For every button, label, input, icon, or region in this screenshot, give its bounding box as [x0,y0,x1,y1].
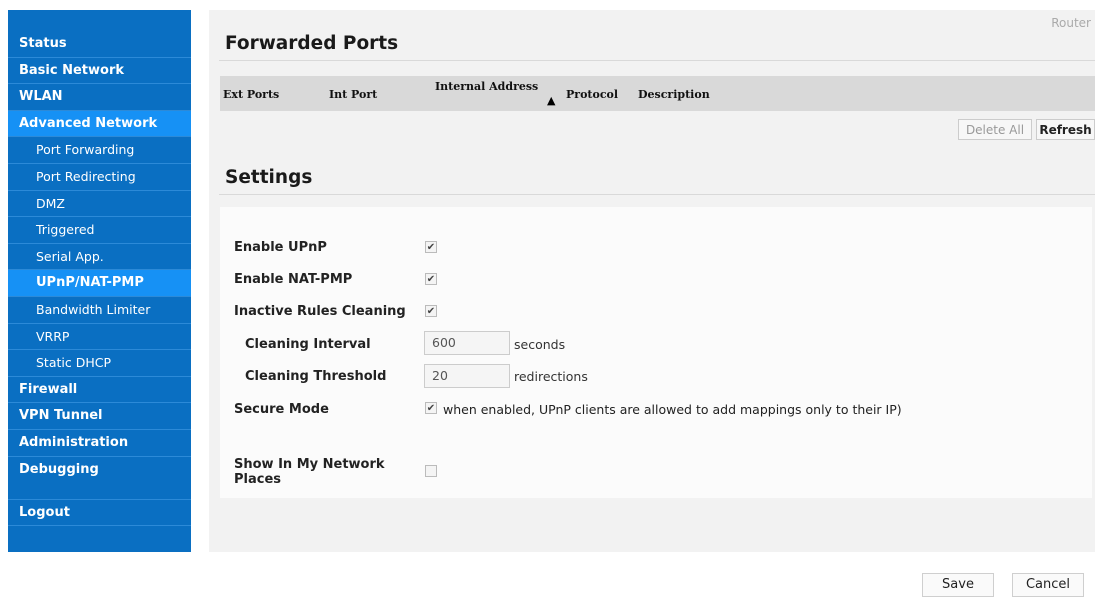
main-panel: Router Forwarded Ports Ext Ports Int Por… [209,10,1095,552]
nav-sub-bandwidth-limiter[interactable]: Bandwidth Limiter [8,297,191,324]
col-description[interactable]: Description [638,76,758,111]
nav-sub-port-redirecting[interactable]: Port Redirecting [8,164,191,191]
col-ext-ports[interactable]: Ext Ports [223,76,323,111]
cleaning-interval-label: Cleaning Interval [245,337,371,352]
delete-all-button[interactable]: Delete All [958,119,1032,140]
forwarded-ports-table-header: Ext Ports Int Port Internal Address ▲ Pr… [220,76,1095,111]
sort-ascending-icon: ▲ [547,94,556,107]
nav-item-basic-network[interactable]: Basic Network [8,58,191,85]
nav-item-wlan[interactable]: WLAN [8,84,191,111]
nav-sub-dmz[interactable]: DMZ [8,191,191,218]
col-int-port-label: Int Port [329,88,378,101]
col-internal-address-label: Internal Address [435,80,539,93]
title-divider [219,60,1095,61]
refresh-button[interactable]: Refresh [1036,119,1095,140]
secure-mode-label: Secure Mode [234,402,329,417]
show-network-places-line1: Show In My Network [234,457,385,472]
cleaning-threshold-input[interactable]: 20 [424,364,510,388]
secure-mode-checkbox[interactable]: ✔ [425,402,437,414]
col-protocol[interactable]: Protocol [566,76,636,111]
col-internal-address[interactable]: Internal Address ▲ [435,76,565,111]
nav-item-firewall[interactable]: Firewall [8,377,191,404]
nav-item-administration[interactable]: Administration [8,430,191,457]
nav-item-status[interactable]: Status [8,31,191,58]
cleaning-interval-input[interactable]: 600 [424,331,510,355]
enable-natpmp-checkbox[interactable]: ✔ [425,273,437,285]
nav-sub-static-dhcp[interactable]: Static DHCP [8,350,191,377]
col-int-port[interactable]: Int Port [329,76,429,111]
cancel-button[interactable]: Cancel [1012,573,1084,597]
forwarded-ports-title: Forwarded Ports [225,33,399,54]
nav-item-advanced-network[interactable]: Advanced Network [8,110,191,138]
router-label: Router [1051,16,1091,30]
nav-gap [8,483,191,499]
nav-sub-port-forwarding[interactable]: Port Forwarding [8,137,191,164]
show-network-places-label: Show In My Network Places [234,457,385,487]
inactive-rules-label: Inactive Rules Cleaning [234,304,406,319]
show-network-places-line2: Places [234,472,282,487]
nav-item-vpn-tunnel[interactable]: VPN Tunnel [8,403,191,430]
secure-mode-note: when enabled, UPnP clients are allowed t… [443,402,902,417]
cleaning-threshold-label: Cleaning Threshold [245,369,387,384]
cleaning-threshold-unit: redirections [514,369,588,384]
col-protocol-label: Protocol [566,88,619,101]
nav-sub-serial-app[interactable]: Serial App. [8,244,191,271]
nav-top-gap [8,10,191,31]
nav-sub-triggered[interactable]: Triggered [8,217,191,244]
save-button[interactable]: Save [922,573,994,597]
settings-divider [219,194,1095,195]
sidebar-nav: Status Basic Network WLAN Advanced Netwo… [8,10,191,552]
enable-upnp-label: Enable UPnP [234,240,327,255]
enable-upnp-checkbox[interactable]: ✔ [425,241,437,253]
nav-item-debugging[interactable]: Debugging [8,457,191,484]
show-network-places-checkbox[interactable] [425,465,437,477]
inactive-rules-checkbox[interactable]: ✔ [425,305,437,317]
nav-sub-vrrp[interactable]: VRRP [8,324,191,351]
cleaning-interval-unit: seconds [514,337,566,352]
col-ext-ports-label: Ext Ports [223,88,280,101]
settings-title: Settings [225,167,313,188]
enable-natpmp-label: Enable NAT-PMP [234,272,353,287]
nav-sub-upnp-natpmp[interactable]: UPnP/NAT-PMP [8,270,191,297]
nav-item-logout[interactable]: Logout [8,499,191,526]
settings-panel: Enable UPnP ✔ Enable NAT-PMP ✔ Inactive … [220,207,1092,498]
col-description-label: Description [638,88,710,101]
